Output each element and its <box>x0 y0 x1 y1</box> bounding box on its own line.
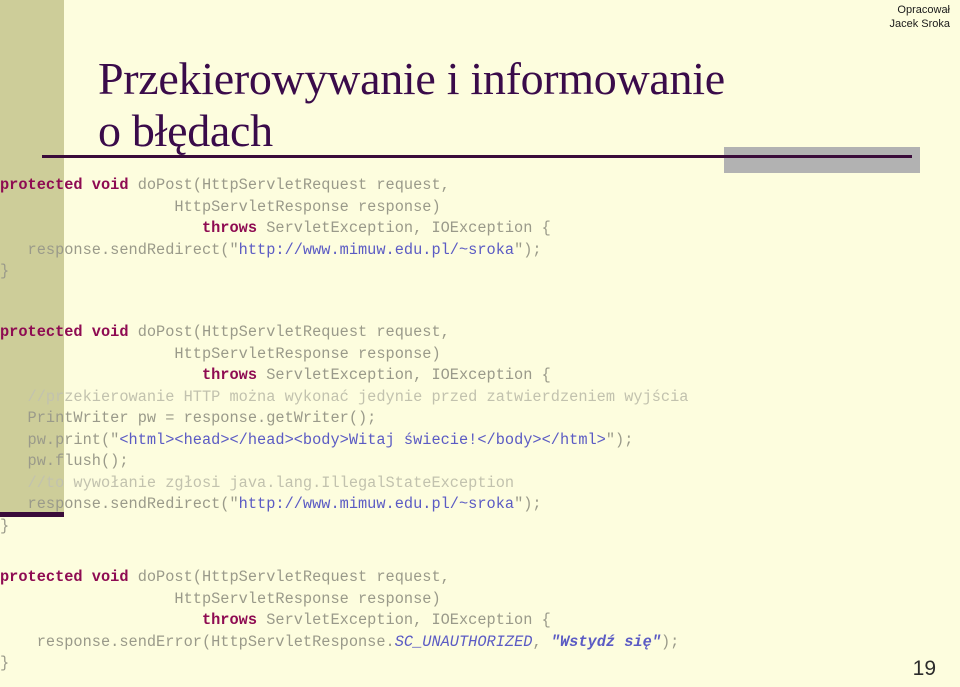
code-token-plain: ServletException, IOException { <box>257 366 551 385</box>
code-token-plain: } <box>0 516 10 535</box>
code-line: HttpServletResponse response) <box>0 344 688 366</box>
code-line: pw.flush(); <box>0 451 688 473</box>
code-block-redirect-simple: protected void doPost(HttpServletRequest… <box>0 175 551 283</box>
code-token-plain: doPost(HttpServletRequest request, <box>128 323 450 342</box>
page-title-line-1: Przekierowywanie i informowanie <box>98 52 725 104</box>
code-token-str: http://www.mimuw.edu.pl/~sroka <box>238 240 515 259</box>
author-credit-label: Opracował <box>897 4 950 16</box>
code-token-plain: , <box>532 632 551 651</box>
code-token-plain: HttpServletResponse response) <box>0 197 441 216</box>
code-token-kw: throws <box>201 219 258 238</box>
page-number: 19 <box>912 657 936 680</box>
code-line: PrintWriter pw = response.getWriter(); <box>0 408 688 430</box>
code-line: response.sendRedirect("http://www.mimuw.… <box>0 494 688 516</box>
author-credit-name: Jacek Sroka <box>889 18 950 30</box>
code-token-plain: } <box>0 654 10 673</box>
code-line: response.sendRedirect("http://www.mimuw.… <box>0 240 551 262</box>
code-line: } <box>0 653 679 675</box>
code-token-strit: "Wstydź się" <box>550 632 661 651</box>
code-token-plain: pw.print(" <box>0 430 120 449</box>
code-token-kw: protected void <box>0 323 129 342</box>
code-token-plain: ServletException, IOException { <box>257 219 551 238</box>
code-line: //przekierowanie HTTP można wykonać jedy… <box>0 387 689 409</box>
code-token-plain: PrintWriter pw = response.getWriter(); <box>0 409 377 428</box>
code-token-plain: ServletException, IOException { <box>257 611 551 630</box>
code-line: throws ServletException, IOException { <box>0 610 679 632</box>
code-line: protected void doPost(HttpServletRequest… <box>0 567 679 589</box>
code-token-plain: doPost(HttpServletRequest request, <box>128 176 450 195</box>
code-block-send-error: protected void doPost(HttpServletRequest… <box>0 567 679 675</box>
code-token-kw: throws <box>201 366 258 385</box>
code-token-cmt: //to wywołanie zgłosi java.lang.IllegalS… <box>0 473 515 492</box>
code-token-plain: "); <box>605 430 634 449</box>
code-token-str: http://www.mimuw.edu.pl/~sroka <box>238 495 515 514</box>
code-token-plain: } <box>0 262 10 281</box>
code-line: //to wywołanie zgłosi java.lang.IllegalS… <box>0 473 688 495</box>
code-line: } <box>0 261 551 283</box>
code-line: HttpServletResponse response) <box>0 589 679 611</box>
code-token-plain: response.sendRedirect(" <box>0 240 239 259</box>
code-line: protected void doPost(HttpServletRequest… <box>0 322 688 344</box>
code-token-plain: doPost(HttpServletRequest request, <box>128 568 450 587</box>
code-token-cmt: //przekierowanie HTTP można wykonać jedy… <box>0 387 689 406</box>
code-line: pw.print("<html><head></head><body>Witaj… <box>0 430 688 452</box>
code-token-kw: protected void <box>0 568 129 587</box>
code-line: protected void doPost(HttpServletRequest… <box>0 175 551 197</box>
code-token-plain: "); <box>514 495 542 514</box>
code-token-plain: HttpServletResponse response) <box>0 344 441 363</box>
code-token-plain: ); <box>660 632 680 651</box>
code-token-kw: protected void <box>0 176 129 195</box>
code-token-plain: response.sendRedirect(" <box>0 495 239 514</box>
code-token-const: SC_UNAUTHORIZED <box>394 632 533 651</box>
code-token-kw: throws <box>201 611 258 630</box>
page-title-line-2: o błędach <box>98 104 273 156</box>
code-line: throws ServletException, IOException { <box>0 218 551 240</box>
author-credit: Opracował Jacek Sroka <box>889 3 950 31</box>
code-token-plain: "); <box>514 240 542 259</box>
code-line: HttpServletResponse response) <box>0 197 551 219</box>
code-block-redirect-after-commit: protected void doPost(HttpServletRequest… <box>0 322 688 537</box>
code-line: response.sendError(HttpServletResponse.S… <box>0 632 680 654</box>
code-token-plain: pw.flush(); <box>0 452 129 471</box>
code-line: throws ServletException, IOException { <box>0 365 688 387</box>
code-token-plain: HttpServletResponse response) <box>0 589 441 608</box>
code-token-str: <html><head></head><body>Witaj świecie!<… <box>119 430 606 449</box>
code-token-plain: response.sendError(HttpServletResponse. <box>0 632 395 651</box>
code-line: } <box>0 516 688 538</box>
page-title: Przekierowywanie i informowanie o błędac… <box>98 53 918 157</box>
slide-canvas: Opracował Jacek Sroka Przekierowywanie i… <box>0 0 960 687</box>
